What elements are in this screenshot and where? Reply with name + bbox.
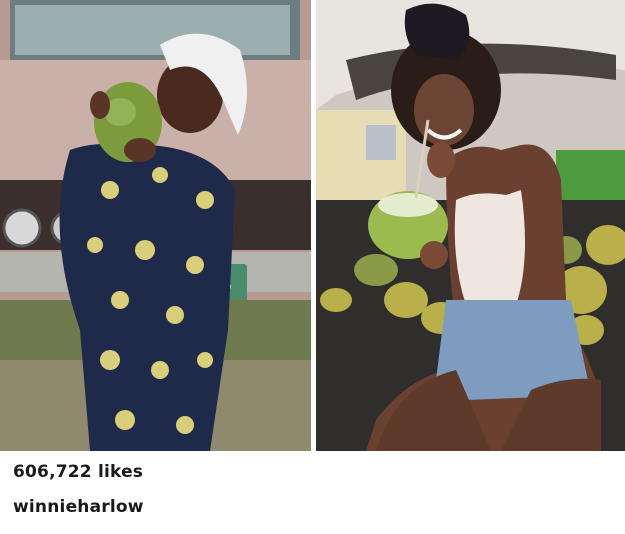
photo-child-image: 76 xyxy=(0,0,311,451)
photo-woman-with-coconut[interactable] xyxy=(316,0,625,451)
likes-count[interactable]: 606,722 likes xyxy=(13,462,143,482)
username-link[interactable]: winnieharlow xyxy=(13,497,144,517)
likes-number: 606,722 xyxy=(13,462,92,482)
likes-label: likes xyxy=(97,462,144,482)
photo-child-with-coconut[interactable]: 76 xyxy=(0,0,311,451)
photo-woman-image xyxy=(316,0,625,451)
post-photo-collage: 76 xyxy=(0,0,625,451)
